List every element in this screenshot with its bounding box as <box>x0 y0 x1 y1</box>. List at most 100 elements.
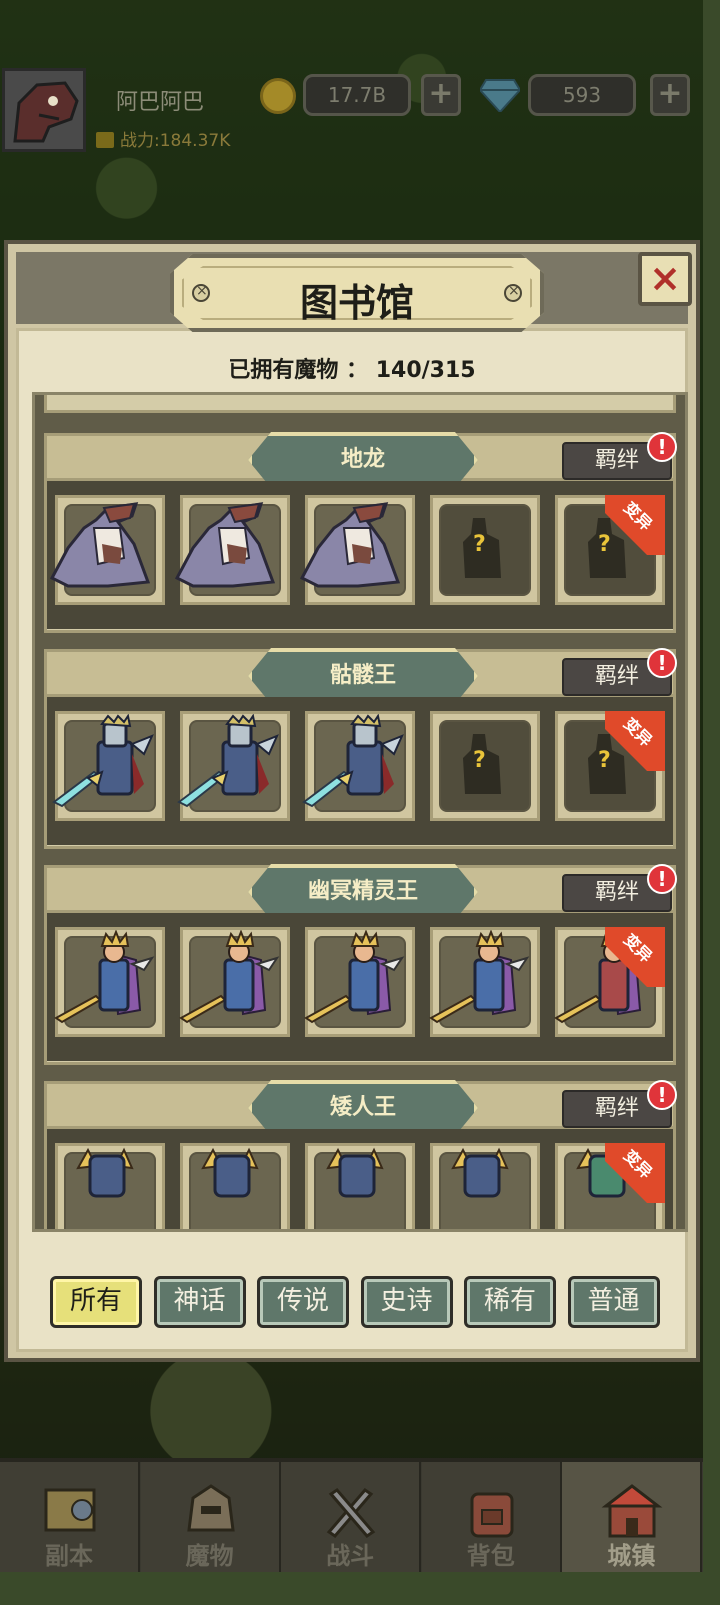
alert-badge: ! <box>647 648 677 678</box>
monster-card[interactable] <box>177 711 290 821</box>
earth-dragon-sprite-icon <box>174 502 276 588</box>
helmet-icon <box>186 1484 235 1532</box>
earth-dragon-sprite-icon <box>49 502 151 588</box>
monster-card[interactable] <box>305 1143 415 1229</box>
power-icon <box>96 132 114 148</box>
gem-amount: 593 <box>528 74 636 116</box>
monster-avatar-icon <box>13 81 79 143</box>
monster-card[interactable]: 变异 <box>554 927 665 1037</box>
monster-group: 地龙 羁绊!?? 变异 <box>44 432 677 633</box>
monster-card[interactable]: ? 变异 <box>555 711 665 821</box>
dwarf-king-sprite-icon <box>76 1147 134 1198</box>
backpack-icon <box>470 1492 514 1538</box>
group-title: 幽冥精灵王 <box>248 864 478 920</box>
group-title: 矮人王 <box>248 1080 478 1136</box>
monster-card[interactable] <box>52 711 165 821</box>
alert-badge: ! <box>647 432 677 462</box>
dwarf-king-sprite-icon <box>326 1147 384 1198</box>
filter-button[interactable]: 传说 <box>257 1276 349 1328</box>
filter-button[interactable]: 史诗 <box>360 1276 453 1328</box>
filter-button[interactable]: 所有 <box>50 1276 142 1328</box>
unknown-mark: ? <box>473 748 486 773</box>
avatar[interactable] <box>2 68 86 152</box>
monster-card[interactable] <box>304 927 415 1037</box>
mutation-badge: 变异 <box>605 1143 665 1203</box>
bottom-navigation: 副本 魔物 战斗 背包 城镇 <box>0 1458 703 1572</box>
monster-group: 矮人王 羁绊! 变异 <box>44 1080 677 1229</box>
nav-item[interactable]: 战斗 <box>281 1462 422 1572</box>
filter-button[interactable]: 神话 <box>153 1276 246 1328</box>
group-title: 骷髅王 <box>248 648 478 704</box>
mutation-badge: 变异 <box>605 711 665 771</box>
earth-dragon-sprite-icon <box>299 502 401 588</box>
monster-card[interactable] <box>180 1143 290 1229</box>
mutation-badge: 变异 <box>605 495 665 555</box>
diamond-icon <box>480 79 520 112</box>
alert-badge: ! <box>647 1080 677 1110</box>
filter-button[interactable]: 普通 <box>567 1276 660 1328</box>
monster-card[interactable]: 变异 <box>555 1143 665 1229</box>
title-plate: 图书馆 <box>170 254 544 332</box>
rarity-filter-bar: 所有 神话 传说 史诗 稀有 普通 <box>50 1276 670 1330</box>
alert-badge: ! <box>647 864 677 894</box>
nav-item[interactable]: 背包 <box>421 1462 562 1572</box>
monster-card[interactable] <box>429 927 540 1037</box>
monster-card-row: 变异 <box>47 1129 673 1229</box>
unknown-mark: ? <box>473 532 486 557</box>
group-title: 地龙 <box>248 432 478 488</box>
page-title: 图书馆 <box>299 281 414 325</box>
monster-card[interactable] <box>174 495 290 605</box>
library-panel: 图书馆 × 已拥有魔物 ： 140/315 地龙羁绊!??变异骷髅王羁绊!??变… <box>4 240 700 1362</box>
nav-label: 魔物 <box>185 1542 234 1570</box>
monster-card[interactable] <box>299 495 415 605</box>
monster-card[interactable] <box>55 1143 165 1229</box>
nav-label: 副本 <box>45 1542 93 1570</box>
town-icon <box>601 1484 663 1538</box>
top-hud: 阿巴阿巴 战力:184.37K 17.7B + 593 + <box>0 66 703 156</box>
combat-power-text: 战力:184.37K <box>120 131 231 151</box>
nav-label: 城镇 <box>607 1542 656 1570</box>
monster-card[interactable] <box>430 1143 540 1229</box>
monster-card[interactable] <box>49 495 165 605</box>
nav-item[interactable]: 魔物 <box>140 1462 281 1572</box>
monster-list[interactable]: 地龙 羁绊!?? 变异 骷髅王 羁绊!?? 变异 幽冥精灵王 羁绊! 变异 矮人王 羁绊! 变异 <box>32 392 688 1232</box>
mutation-badge: 变异 <box>605 927 665 987</box>
skeleton-king-sprite-icon <box>52 714 154 808</box>
monster-card[interactable]: ? <box>430 711 540 821</box>
monster-group: 幽冥精灵王 羁绊! 变异 <box>44 864 677 1065</box>
monster-card[interactable] <box>179 927 290 1037</box>
map-icon <box>44 1488 96 1532</box>
monster-card[interactable] <box>54 927 165 1037</box>
add-gold-button[interactable]: + <box>421 74 461 116</box>
nether-elf-king-sprite-icon <box>54 930 155 1024</box>
monster-card[interactable] <box>302 711 415 821</box>
gold-amount: 17.7B <box>303 74 411 116</box>
list-item-partial <box>44 395 676 413</box>
owned-monsters-count: 已拥有魔物 ： 140/315 <box>228 358 476 383</box>
monster-card[interactable]: ? 变异 <box>555 495 665 605</box>
nether-elf-king-sprite-icon <box>429 930 530 1024</box>
nav-item[interactable]: 副本 <box>0 1462 140 1572</box>
nether-elf-king-sprite-icon <box>304 930 405 1024</box>
skeleton-king-sprite-icon <box>302 714 404 808</box>
dwarf-king-sprite-icon <box>451 1147 509 1198</box>
monster-card-row: ? ? 变异 <box>47 697 673 845</box>
monster-card[interactable]: ? <box>430 495 540 605</box>
nav-label: 战斗 <box>326 1542 375 1570</box>
combat-power: 战力:184.37K <box>96 126 230 151</box>
monster-card-row: ? ? 变异 <box>47 481 673 629</box>
monster-group: 骷髅王 羁绊!?? 变异 <box>44 648 677 849</box>
player-name: 阿巴阿巴 <box>116 90 205 115</box>
skeleton-king-sprite-icon <box>177 714 279 808</box>
nav-label: 背包 <box>466 1542 515 1570</box>
swords-icon <box>326 1488 376 1538</box>
monster-card-row: 变异 <box>47 913 673 1061</box>
nether-elf-king-sprite-icon <box>179 930 280 1024</box>
filter-button[interactable]: 稀有 <box>464 1276 556 1328</box>
dwarf-king-sprite-icon <box>201 1147 259 1198</box>
monster-list-scroll: 地龙 羁绊!?? 变异 骷髅王 羁绊!?? 变异 幽冥精灵王 羁绊! 变异 矮人王 羁绊! 变异 <box>35 395 685 1229</box>
nav-item[interactable]: 城镇 <box>562 1462 703 1572</box>
close-button[interactable]: × <box>638 252 692 306</box>
gold-coin-icon <box>260 78 296 114</box>
add-gems-button[interactable]: + <box>650 74 690 116</box>
